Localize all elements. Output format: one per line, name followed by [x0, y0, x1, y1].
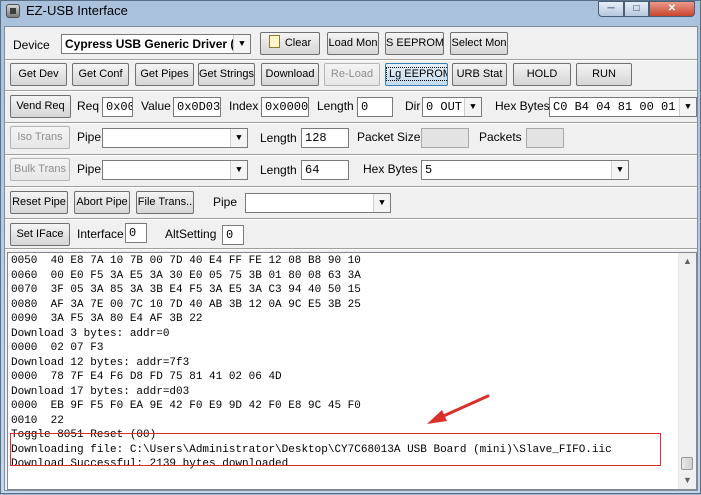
- annotation-arrow-icon: [427, 394, 490, 424]
- app-window: EZ-USB Interface ─ □ ✕ Device Cypress US…: [0, 0, 701, 494]
